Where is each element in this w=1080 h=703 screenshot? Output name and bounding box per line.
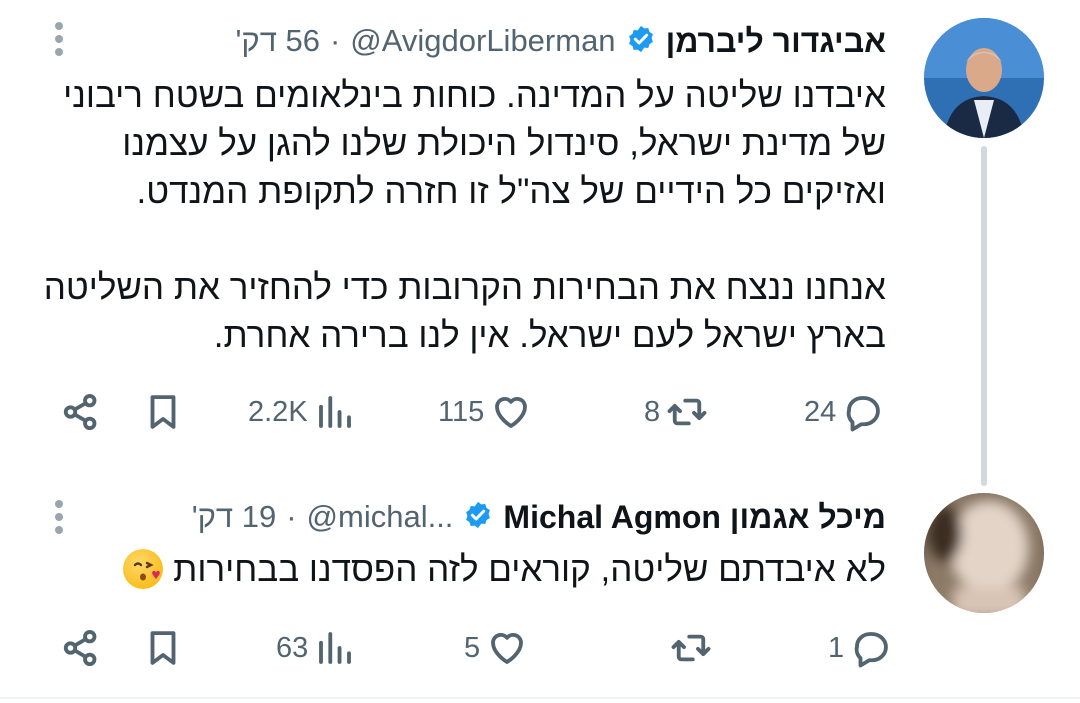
share-icon [63,629,97,667]
bookmark-button[interactable] [142,618,184,678]
face-blowing-kiss-icon [123,549,164,589]
tweet-reply[interactable]: מיכל אגמון Michal Agmon @michal... · 19 … [0,470,1080,703]
heart-icon [491,633,524,664]
separator-dot: · [329,23,341,58]
action-bar: 2.2K 115 8 24 [40,382,900,442]
retweet-icon [671,634,711,662]
likes-count: 115 [438,395,485,428]
replies-count: 1 [828,631,845,664]
avatar[interactable] [924,493,1044,613]
tweet-main[interactable]: אביגדור ליברמן @AvigdorLiberman · 56 דק'… [0,0,1080,486]
more-options-icon[interactable] [52,22,66,62]
replies-count: 24 [804,395,837,428]
action-bar: 63 5 1 [40,618,900,678]
separator-dot: · [286,499,297,534]
divider [0,697,1080,699]
handle[interactable]: @AvigdorLiberman [350,23,615,59]
likes-count: 5 [464,631,481,664]
like-button[interactable]: 5 [464,618,528,678]
thread-line [981,146,987,486]
verified-badge-icon [463,500,493,535]
reply-button[interactable]: 24 [804,382,884,442]
reply-icon [854,632,888,668]
views-icon [318,396,351,428]
retweets-count: 8 [644,395,661,428]
reply-icon [846,396,881,432]
views-button[interactable]: 2.2K [248,382,356,442]
display-name[interactable]: אביגדור ליברמן [666,23,886,60]
timestamp[interactable]: 19 דק' [192,499,276,535]
tweet-text-container: לא איבדתם שליטה, קוראים לזה הפסדנו בבחיר… [36,546,886,594]
timestamp[interactable]: 56 דק' [235,23,319,59]
heart-icon [495,397,528,428]
bookmark-button[interactable] [142,382,184,442]
reply-button[interactable]: 1 [828,618,892,678]
retweet-button[interactable]: 8 [644,382,708,442]
bookmark-icon [150,631,176,665]
tweet-text: איבדנו שליטה על המדינה. כוחות בינלאומים … [43,76,886,355]
share-button[interactable] [60,618,102,678]
verified-badge-icon [626,24,656,59]
handle[interactable]: @michal... [307,499,454,535]
tweet-header: מיכל אגמון Michal Agmon @michal... · 19 … [192,494,886,540]
share-button[interactable] [60,382,102,442]
tweet-header: אביגדור ליברמן @AvigdorLiberman · 56 דק' [235,18,886,64]
tweet-text: לא איבדתם שליטה, קוראים לזה הפסדנו בבחיר… [173,550,886,589]
avatar[interactable] [924,18,1044,138]
views-icon [319,632,352,664]
share-icon [63,393,97,431]
retweet-button[interactable] [664,618,712,678]
bookmark-icon [150,395,176,429]
retweet-icon [667,398,707,426]
like-button[interactable]: 115 [438,382,532,442]
views-count: 63 [276,631,309,664]
views-button[interactable]: 63 [276,618,356,678]
views-count: 2.2K [248,395,308,428]
more-options-icon[interactable] [52,500,66,540]
display-name[interactable]: מיכל אגמון Michal Agmon [503,499,886,536]
